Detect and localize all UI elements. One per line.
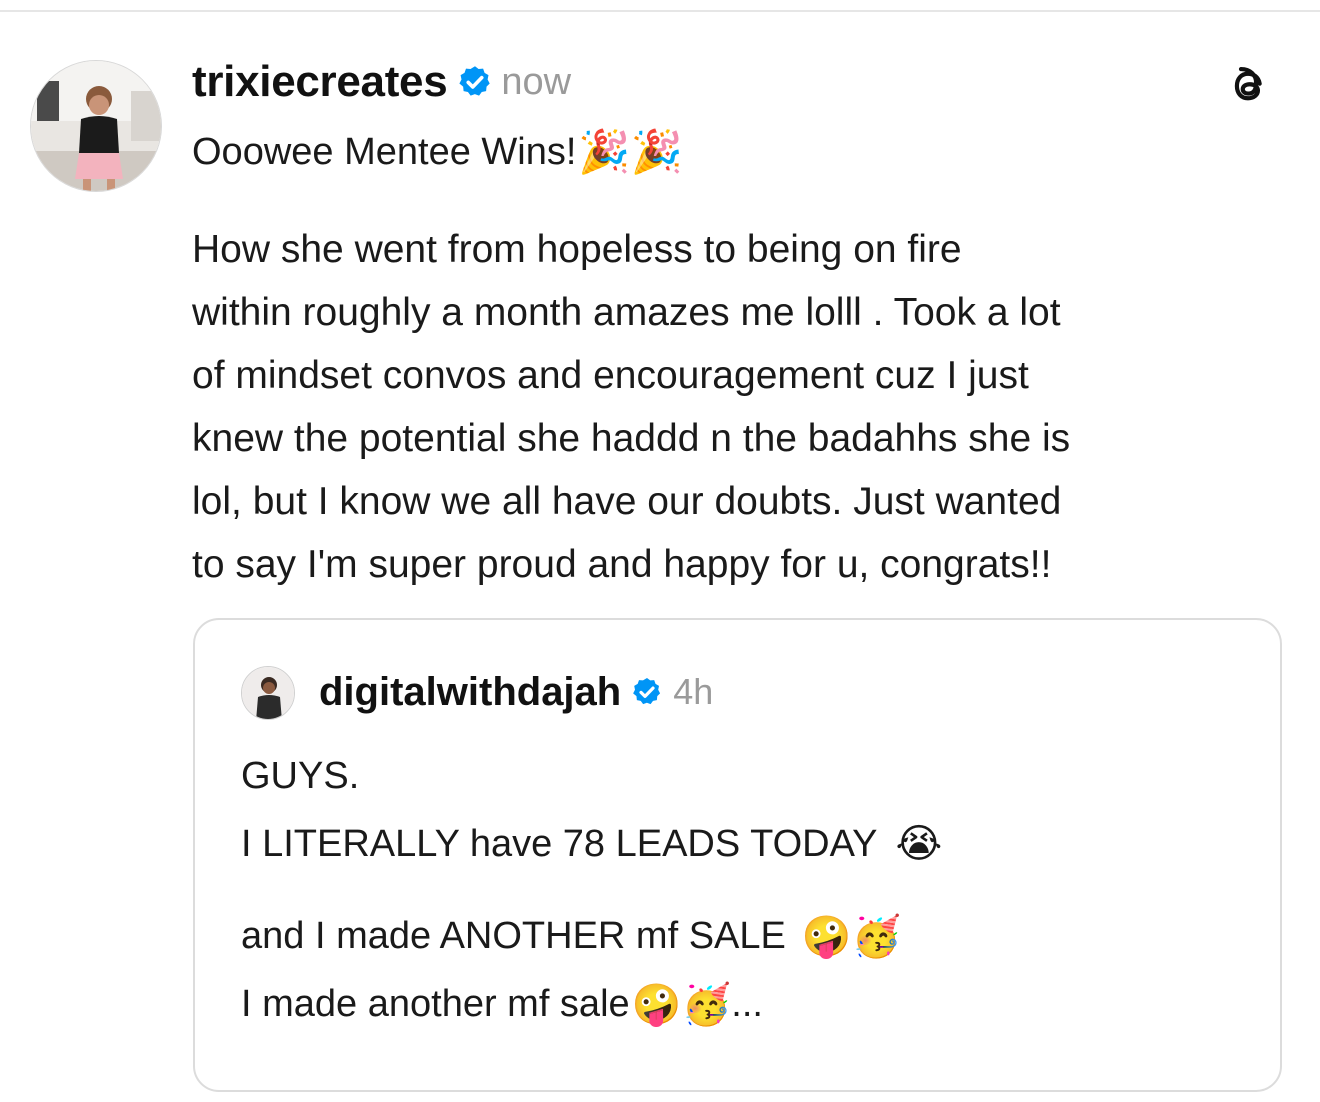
truncation-ellipsis: ... (731, 982, 763, 1025)
post-headline: Ooowee Mentee Wins! 🎉🎉 (192, 124, 683, 180)
quoted-line-text: GUYS. (241, 754, 360, 797)
zany-face-partying-face-icon: 🤪🥳 (801, 913, 902, 960)
quoted-line: GUYS. (241, 748, 359, 804)
post-body-line: to say I'm super proud and happy for u, … (192, 543, 1052, 586)
quoted-line: and I made ANOTHER mf SALE 🤪🥳 (241, 908, 902, 964)
quoted-line-text: I made another mf sale (241, 982, 630, 1025)
quoted-line: I made another mf sale 🤪🥳 ... (241, 976, 763, 1032)
verified-badge-icon (457, 64, 493, 100)
quoted-post-timestamp: 4h (673, 671, 714, 712)
post-body: How she went from hopeless to being on f… (192, 218, 1292, 596)
quoted-author-username[interactable]: digitalwithdajah (319, 670, 621, 715)
quoted-post-card[interactable]: digitalwithdajah 4h GUYS. I LITERALLY ha… (193, 618, 1282, 1092)
post-body-line: of mindset convos and encouragement cuz … (192, 354, 1029, 397)
threads-logo-icon[interactable] (1220, 58, 1276, 114)
post-body-line: within roughly a month amazes me lolll .… (192, 291, 1061, 334)
quoted-author-avatar[interactable] (241, 666, 295, 720)
author-username[interactable]: trixiecreates (192, 57, 448, 107)
post-timestamp: now (501, 60, 572, 103)
post-body-line: knew the potential she haddd n the badah… (192, 417, 1071, 460)
zany-face-partying-face-icon: 🤪🥳 (631, 981, 732, 1028)
quoted-line: I LITERALLY have 78 LEADS TODAY 😭 (241, 816, 942, 872)
quoted-post-header: digitalwithdajah 4h (319, 664, 713, 720)
author-avatar[interactable] (30, 60, 162, 192)
top-divider (0, 10, 1320, 12)
crying-face-icon: 😭 (895, 821, 943, 867)
quoted-line-text: and I made ANOTHER mf SALE (241, 914, 786, 957)
verified-badge-icon (631, 676, 663, 708)
post-body-line: lol, but I know we all have our doubts. … (192, 480, 1062, 523)
headline-text: Ooowee Mentee Wins! (192, 130, 577, 173)
party-popper-icon: 🎉🎉 (578, 127, 683, 176)
post-body-line: How she went from hopeless to being on f… (192, 228, 962, 271)
quoted-line-text: I LITERALLY have 78 LEADS TODAY (241, 822, 878, 865)
post-header: trixiecreates now (192, 52, 571, 112)
